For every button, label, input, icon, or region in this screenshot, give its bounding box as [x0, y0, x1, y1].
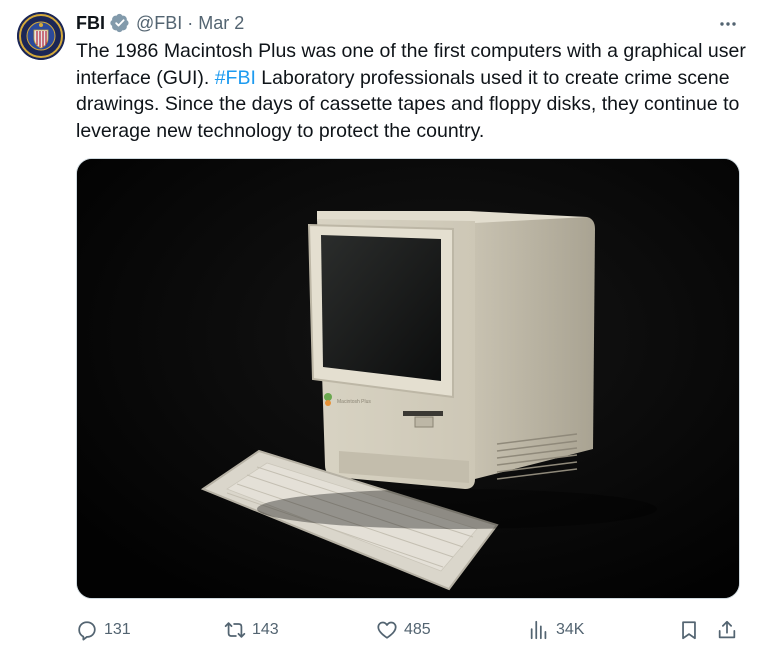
- views-button[interactable]: 34K: [528, 612, 584, 648]
- separator-dot: ·: [187, 12, 194, 33]
- tweet[interactable]: FBI @FBI · Mar 2 The 1986 Macintosh Plus…: [0, 0, 768, 664]
- author-name[interactable]: FBI: [76, 13, 105, 34]
- reply-count: 131: [104, 621, 131, 638]
- share-icon: [718, 620, 736, 639]
- tweet-actions: 131 143 485 34K: [76, 612, 748, 648]
- views-count: 34K: [556, 621, 585, 638]
- verified-badge-icon[interactable]: [110, 13, 130, 33]
- repost-icon: [224, 622, 246, 638]
- share-button[interactable]: [716, 612, 744, 648]
- like-count: 485: [404, 621, 431, 638]
- bookmark-button[interactable]: [678, 612, 706, 648]
- tweet-media-image[interactable]: Macintosh Plus: [76, 158, 740, 599]
- like-button[interactable]: 485: [376, 612, 431, 648]
- fbi-seal-icon: [17, 12, 65, 60]
- tweet-date[interactable]: Mar 2: [198, 13, 244, 34]
- views-icon: [530, 620, 547, 640]
- heart-icon: [377, 621, 397, 639]
- more-icon[interactable]: [716, 12, 740, 36]
- tweet-header: FBI @FBI · Mar 2: [76, 10, 244, 36]
- avatar[interactable]: [17, 12, 65, 60]
- hashtag-link[interactable]: #FBI: [215, 67, 256, 89]
- reply-icon: [78, 621, 96, 641]
- tweet-text: The 1986 Macintosh Plus was one of the f…: [76, 38, 748, 144]
- author-handle[interactable]: @FBI: [136, 13, 182, 34]
- macintosh-nameplate: Macintosh Plus: [337, 399, 371, 405]
- repost-count: 143: [252, 621, 279, 638]
- reply-button[interactable]: 131: [76, 612, 131, 648]
- bookmark-icon: [682, 621, 696, 640]
- repost-button[interactable]: 143: [224, 612, 279, 648]
- macintosh-photo: Macintosh Plus: [77, 159, 739, 598]
